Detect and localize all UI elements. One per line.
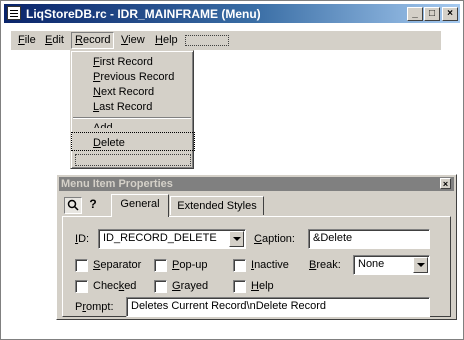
menu-file[interactable]: File	[15, 33, 39, 48]
minimize-button[interactable]: _	[407, 7, 423, 21]
dialog-title: Menu Item Properties	[61, 178, 173, 190]
prompt-input[interactable]: Deletes Current Record\nDelete Record	[126, 297, 430, 317]
inactive-checkbox[interactable]	[233, 259, 246, 272]
menu-resource-icon	[7, 6, 21, 20]
caption-label: Caption:	[254, 233, 295, 245]
pin-icon[interactable]	[64, 197, 82, 214]
break-label: Break:	[309, 259, 341, 271]
separator-label: Separator	[93, 259, 142, 271]
prompt-label: Prompt:	[75, 301, 114, 313]
tab-extended-styles[interactable]: Extended Styles	[170, 196, 264, 215]
menu-item-previous-record[interactable]: Previous Record	[93, 70, 174, 84]
menu-view[interactable]: View	[118, 33, 148, 48]
popup-checkbox[interactable]	[154, 259, 167, 272]
help-label: Help	[251, 280, 274, 292]
tab-general[interactable]: General	[111, 194, 169, 217]
menu-edit[interactable]: Edit	[42, 33, 67, 48]
maximize-button[interactable]: □	[424, 7, 440, 21]
prompt-value: Deletes Current Record\nDelete Record	[131, 300, 327, 312]
menu-item-properties-dialog: Menu Item Properties × ? General Extende…	[56, 174, 457, 320]
menu-separator	[73, 117, 191, 119]
new-menu-placeholder[interactable]	[185, 35, 229, 46]
grayed-checkbox[interactable]	[154, 280, 167, 293]
checked-label: Checked	[93, 280, 137, 292]
id-label: ID:	[75, 233, 90, 245]
menu-item-next-record[interactable]: Next Record	[93, 85, 154, 99]
menu-record[interactable]: Record	[71, 32, 115, 49]
chevron-down-icon[interactable]	[413, 257, 428, 273]
break-combobox[interactable]: None	[353, 255, 430, 275]
menu-item-last-record[interactable]: Last Record	[93, 100, 152, 114]
caption-input[interactable]: &Delete	[308, 229, 430, 249]
close-button[interactable]: ×	[442, 7, 458, 21]
id-combobox[interactable]: ID_RECORD_DELETE	[98, 229, 246, 249]
dialog-close-button[interactable]: ×	[440, 178, 451, 189]
separator-checkbox[interactable]	[75, 259, 88, 272]
question-icon[interactable]: ?	[84, 197, 102, 214]
grayed-label: Grayed	[172, 280, 209, 292]
popup-label: Pop-up	[172, 259, 208, 271]
caption-value: &Delete	[313, 232, 353, 244]
dialog-toolbar: ?	[62, 195, 104, 215]
id-value: ID_RECORD_DELETE	[103, 232, 217, 244]
menu-editor-window: LiqStoreDB.rc - IDR_MAINFRAME (Menu) _ □…	[0, 0, 464, 340]
inactive-label: Inactive	[251, 259, 289, 271]
menu-help[interactable]: Help	[152, 33, 181, 48]
break-value: None	[358, 258, 385, 270]
help-checkbox[interactable]	[233, 280, 246, 293]
menu-item-add[interactable]: Add	[93, 121, 113, 128]
window-title: LiqStoreDB.rc - IDR_MAINFRAME (Menu)	[26, 7, 261, 21]
menu-item-first-record[interactable]: First Record	[93, 55, 153, 69]
new-menu-item-placeholder[interactable]	[75, 154, 191, 166]
dialog-title-bar[interactable]: Menu Item Properties ×	[59, 177, 454, 191]
menu-item-delete[interactable]: Delete	[93, 136, 125, 150]
selected-item-outline	[71, 132, 195, 151]
chevron-down-icon[interactable]	[229, 231, 244, 247]
record-menu-dropdown: First Record Previous Record Next Record…	[70, 50, 195, 169]
menu-bar: File Edit Record View Help	[11, 31, 441, 50]
checked-checkbox[interactable]	[75, 280, 88, 293]
title-bar[interactable]: LiqStoreDB.rc - IDR_MAINFRAME (Menu) _ □…	[4, 4, 460, 23]
